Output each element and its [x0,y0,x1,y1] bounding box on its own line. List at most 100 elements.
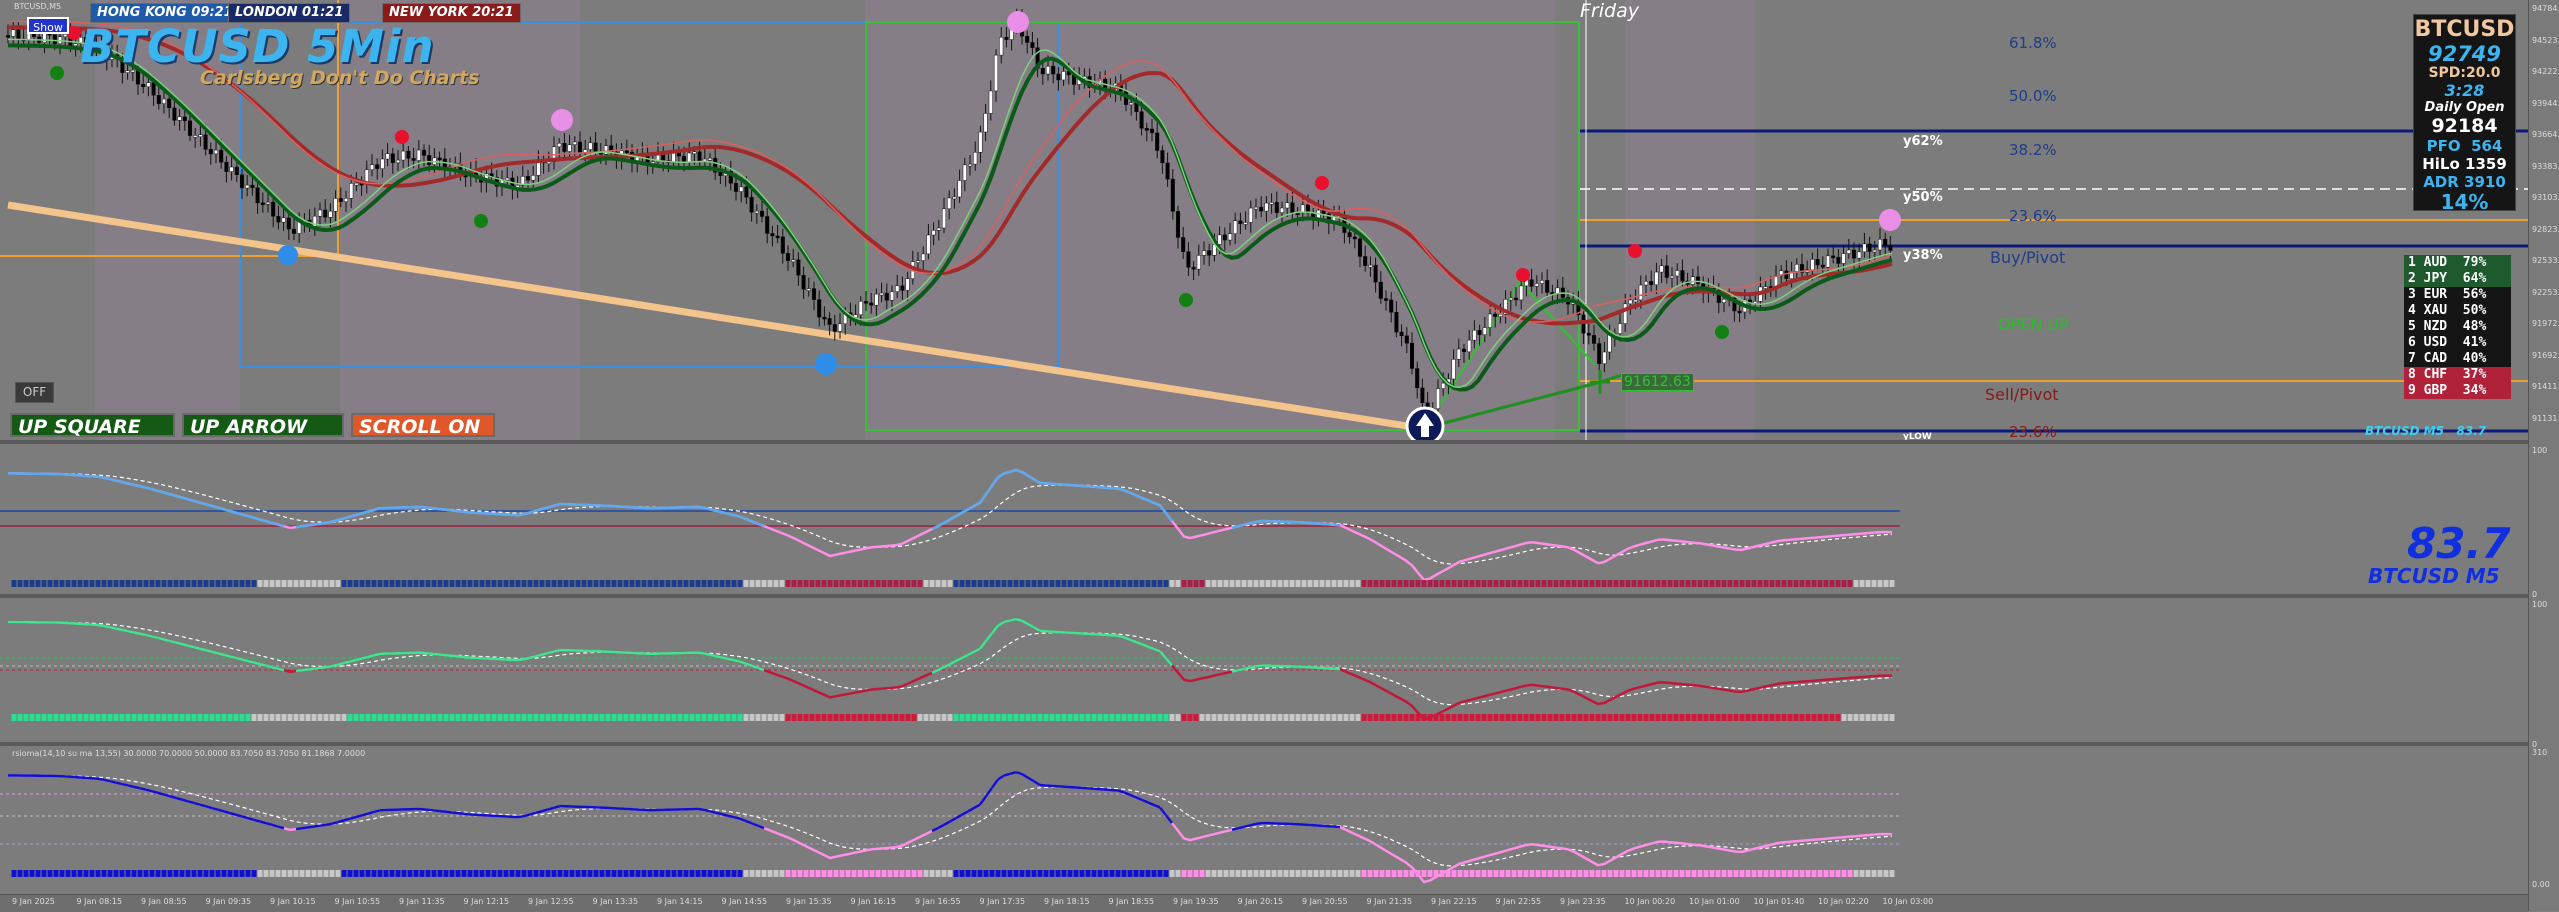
oscillator-bar [1278,870,1283,877]
price-scale[interactable]: 94784.0094523.0094222.0093944.0093664.00… [2528,0,2559,911]
oscillator-bar [990,870,995,877]
oscillator-bar [1566,580,1571,587]
up-square-button[interactable]: UP SQUARE [10,413,175,437]
candle [989,91,993,114]
oscillator-bar [1776,714,1781,721]
oscillator-bar [114,870,119,877]
oscillator-bar [1254,714,1259,721]
oscillator-segment [932,670,938,673]
oscillator-segment [1166,658,1172,665]
oscillator-bar [948,870,953,877]
oscillator-bar [1092,870,1097,877]
oscillator-bar [1032,714,1037,721]
oscillator-bar [162,580,167,587]
oscillator-bar [1866,714,1871,721]
oscillator-segment [1022,472,1028,476]
oscillator-bar [408,580,413,587]
oscillator-bar [756,580,761,587]
price-tick: 91411.00 [2532,382,2559,391]
oscillator-bar [90,580,95,587]
oscillator-bar [138,714,143,721]
up-arrow-button[interactable]: UP ARROW [182,413,344,437]
candle [994,55,998,91]
oscillator-bar [24,870,29,877]
candle [947,198,951,209]
info-symbol: BTCUSD [2414,17,2515,43]
oscillator-bar [1014,580,1019,587]
candle [334,198,338,211]
candle [797,260,801,275]
oscillator-bar [1716,714,1721,721]
oscillator-segment [320,825,326,826]
oscillator-bar [78,714,83,721]
oscillator-bar [1818,714,1823,721]
candle [1540,280,1544,283]
candle [74,44,78,46]
candle [1239,221,1243,224]
oscillator-bar [1272,714,1277,721]
oscillator-bar [678,870,683,877]
oscillator-bar [426,870,431,877]
oscillator-bar [378,580,383,587]
oscillator-bar [1056,870,1061,877]
candle [318,210,322,216]
oscillator-segment [986,788,992,796]
indicator-pane-2[interactable] [0,598,2528,742]
oscillator-bar [1344,714,1349,721]
oscillator-segment [554,806,560,808]
oscillator-bar [1464,580,1469,587]
oscillator-bar [954,714,959,721]
candle [412,158,416,160]
oscillator-bar [156,870,161,877]
oscillator-segment [272,523,278,525]
oscillator-bar [414,870,419,877]
oscillator-segment [746,519,752,521]
oscillator-bar [696,714,701,721]
candle [1660,266,1664,272]
scroll-on-button[interactable]: SCROLL ON [351,413,495,437]
oscillator-bar [744,580,749,587]
oscillator-bar [1374,580,1379,587]
oscillator-bar [1884,580,1889,587]
oscillator-bar [972,580,977,587]
oscillator-bar [72,580,77,587]
candle [1488,314,1492,328]
oscillator-bar [1110,870,1115,877]
oscillator-bar [624,870,629,877]
oscillator-segment [1244,825,1250,826]
time-tick: 9 Jan 17:35 [980,897,1026,906]
currency-row: 4 XAU 50% [2404,303,2511,319]
candle [1509,298,1513,300]
oscillator-bar [1062,870,1067,877]
chart-subtitle: Carlsberg Don't Do Charts [200,67,479,89]
oscillator-bar [396,870,401,877]
oscillator-bar [150,580,155,587]
oscillator-bar [1764,870,1769,877]
oscillator-segment [740,517,746,519]
candle [141,84,145,87]
oscillator-bar [210,714,215,721]
oscillator-bar [222,870,227,877]
main-chart-pane[interactable]: BTCUSD,M5 HONG KONG 09:21 LONDON 01:21 N… [0,0,2528,440]
candle [245,185,249,188]
oscillator-bar [636,870,641,877]
oscillator-bar [84,870,89,877]
candle [422,150,426,155]
oscillator-bar [1596,870,1601,877]
oscillator-bar [480,714,485,721]
oscillator-bar [18,580,23,587]
indicator-pane-1[interactable]: 83.7 BTCUSD M5 [0,444,2528,594]
show-button[interactable]: Show [27,17,69,34]
off-button[interactable]: OFF [15,382,54,403]
oscillator-bar [30,714,35,721]
oscillator-bar [924,714,929,721]
oscillator-segment [176,496,182,498]
candle [147,83,151,87]
oscillator-bar [1110,714,1115,721]
oscillator-segment [1148,802,1154,805]
oscillator-bar [1350,870,1355,877]
oscillator-bar [1164,714,1169,721]
oscillator-bar [996,714,1001,721]
indicator-pane-3[interactable]: rsioma(14,10 su ma 13,55) 30.0000 70.000… [0,746,2528,894]
oscillator-bar [1872,714,1877,721]
